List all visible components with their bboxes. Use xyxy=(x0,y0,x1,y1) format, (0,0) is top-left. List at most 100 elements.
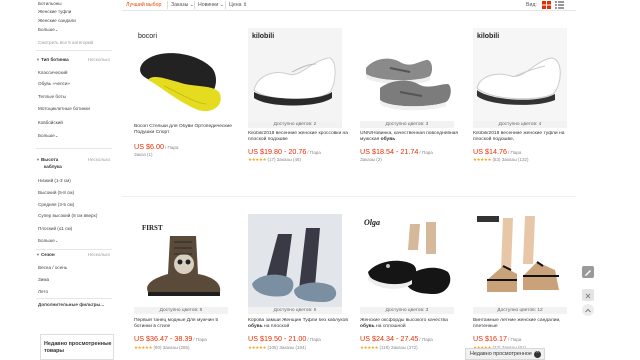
filter-heading-season[interactable]: ▼Сезон xyxy=(36,252,55,258)
product-image[interactable] xyxy=(473,214,567,308)
filter-sidebar: Ботильоны Женские туфли Женские сандали … xyxy=(34,0,112,360)
filter-option[interactable]: Весна / осень xyxy=(38,265,67,270)
multi-select-toggle[interactable]: Несколько xyxy=(88,157,110,162)
product-title[interactable]: Женские оксфорды высокого качества обувь… xyxy=(360,318,460,331)
filter-heading-label-2: каблука xyxy=(44,164,62,169)
product-title[interactable]: Kilobili/2018 весенние женские кроссовки… xyxy=(248,131,348,144)
price-unit: / Пара xyxy=(419,337,433,342)
show-all-categories-link[interactable]: Смотреть все 5 категорий xyxy=(38,40,93,45)
filter-option[interactable]: Зима xyxy=(38,277,49,282)
filter-option[interactable]: Теплые боты xyxy=(38,94,66,99)
product-title[interactable]: Kilobili/2018 весенние женские туфли на … xyxy=(473,131,573,144)
divider xyxy=(36,148,112,149)
colors-available: Доступно цветов: 12 xyxy=(473,307,567,314)
collapse-icon[interactable]: ⌃ xyxy=(534,351,541,358)
chevron-down-icon: ⌄ xyxy=(54,133,59,138)
triangle-down-icon: ▼ xyxy=(36,57,40,62)
sort-newest[interactable]: Новинки ⌄ xyxy=(198,2,224,8)
recently-viewed-tab[interactable]: Недавно просмотренное ⌃ xyxy=(465,348,545,360)
filter-option[interactable]: Высокий (5-8 см) xyxy=(38,190,74,195)
filter-option[interactable]: Плоский (≤1 см) xyxy=(38,226,72,231)
product-card[interactable]: Olga Доступно цветов: 3 Женские оксфорды… xyxy=(360,214,454,360)
order-count: Заказ (1) xyxy=(134,152,153,157)
product-image[interactable]: bocori xyxy=(134,28,228,122)
brand-logo: bocori xyxy=(138,33,158,40)
product-card[interactable]: FIRST Доступно цветов: 8 Первый танец мо… xyxy=(134,214,228,360)
scroll-top-button[interactable] xyxy=(582,304,594,316)
sort-orders[interactable]: Заказы ⌄ xyxy=(171,2,194,8)
rating-row: ★★★★★ (105) Заказы (184) xyxy=(248,345,306,351)
category-item[interactable]: Женские туфли xyxy=(38,9,71,14)
product-title-rest: на сплошной xyxy=(374,324,406,330)
filter-heading-label: Высота xyxy=(40,157,59,162)
multi-select-toggle[interactable]: Несколько xyxy=(88,57,110,62)
filter-option[interactable]: Низкий (1-3 см) xyxy=(38,178,71,183)
colors-available: Доступно цветов: 5 xyxy=(248,307,342,314)
product-card[interactable]: kilobili Доступно цветов: 4 Kilobili/201… xyxy=(473,28,567,170)
category-item[interactable]: Ботильоны xyxy=(38,1,62,6)
product-image[interactable]: Olga xyxy=(360,214,454,308)
rating-row: ★★★★★ (17) Заказы (48) xyxy=(248,157,301,163)
sort-price[interactable]: Цена ⇕ xyxy=(229,2,247,8)
multi-select-toggle[interactable]: Несколько xyxy=(88,252,110,257)
list-view-icon[interactable] xyxy=(555,1,564,9)
colors-available: Доступно цветов: 8 xyxy=(134,307,228,314)
order-count: Заказы (285) xyxy=(162,345,190,350)
feedback-edit-button[interactable] xyxy=(582,266,594,278)
filter-option[interactable]: Классический xyxy=(38,70,67,75)
price-unit: / Пара xyxy=(164,145,179,150)
filter-option[interactable]: Мотоциклетные ботинки xyxy=(38,106,90,111)
product-image[interactable] xyxy=(248,214,342,308)
product-image[interactable] xyxy=(360,28,454,122)
order-count: Заказы (372) xyxy=(390,345,418,350)
filter-option[interactable]: Супер высокий (8 см вверх) xyxy=(38,213,97,218)
rating-row: ★★★★★ (90) Заказы (285) xyxy=(134,345,190,351)
product-title[interactable]: UNN/Новинка, качественная повседневная м… xyxy=(360,131,460,144)
category-item[interactable]: Женские сандали xyxy=(38,18,76,23)
product-card[interactable]: Доступно цветов: 3 UNN/Новинка, качестве… xyxy=(360,28,458,170)
close-float-button[interactable] xyxy=(582,289,594,301)
brand-logo: Olga xyxy=(364,218,380,227)
filter-option[interactable]: Обувь «челси» xyxy=(38,81,70,86)
product-title[interactable]: Первый танец модные Для мужчин 5 ботинки… xyxy=(134,318,234,331)
filter-more-link[interactable]: Больше⌄ xyxy=(38,238,59,243)
filter-more-link[interactable]: Больше⌄ xyxy=(38,133,59,138)
review-count: (90) xyxy=(153,345,162,350)
chevron-up-icon xyxy=(585,308,591,313)
product-card[interactable]: Доступно цветов: 5 Корова замши Женщин Т… xyxy=(248,214,348,360)
product-image[interactable]: kilobili xyxy=(473,28,567,122)
sort-newest-label: Новинки xyxy=(198,2,219,8)
divider xyxy=(36,249,112,250)
order-count: Заказы (184) xyxy=(279,345,307,350)
star-rating-icon: ★★★★★ xyxy=(360,345,379,350)
product-card[interactable]: kilobili Доступно цветов: 2 Kilobili/201… xyxy=(248,28,348,170)
filter-heading-shoe-type[interactable]: ▼Тип ботинка xyxy=(36,57,69,63)
filter-heading-heel[interactable]: ▼Высота xyxy=(36,157,58,163)
row-divider xyxy=(122,196,576,197)
grid-view-icon[interactable] xyxy=(542,1,551,9)
sort-best-match[interactable]: Лучший выбор xyxy=(126,2,161,8)
filter-option[interactable]: Лето xyxy=(38,289,48,294)
product-card[interactable]: Доступно цветов: 12 Винтажные летние жен… xyxy=(473,214,567,360)
review-count: (53) xyxy=(492,157,501,162)
product-price-value: US $14.76 xyxy=(473,147,507,156)
triangle-down-icon: ▼ xyxy=(36,157,40,162)
colors-available: Доступно цветов: 2 xyxy=(248,121,342,128)
product-title[interactable]: Bocori Стельки для Обуви Ортопедические … xyxy=(134,124,234,137)
filter-option[interactable]: Ковбойский xyxy=(38,120,63,125)
review-count: (17) xyxy=(267,157,276,162)
product-image[interactable]: FIRST xyxy=(134,214,228,308)
divider xyxy=(194,1,195,9)
product-title[interactable]: Винтажные летние женские сандалии, плете… xyxy=(473,318,573,331)
order-count: Заказы (132) xyxy=(501,157,529,162)
product-card[interactable]: bocori Bocori Стельки для Обуви Ортопеди… xyxy=(134,28,232,164)
extra-filters-link[interactable]: Дополнительные фильтры... xyxy=(38,302,110,307)
product-title[interactable]: Корова замши Женщин Туфли без каблуков о… xyxy=(248,318,348,331)
filter-option[interactable]: Средняя (3-5 см) xyxy=(38,202,74,207)
product-price: US $19.50 - 21.00/ Пара xyxy=(248,334,321,343)
filter-more-label: Больше xyxy=(38,238,55,243)
sort-arrows-icon: ⇕ xyxy=(242,2,248,8)
product-image[interactable]: kilobili xyxy=(248,28,342,122)
product-title-text: Kilobili/2018 весенние женские кроссовки… xyxy=(248,131,348,143)
category-more-link[interactable]: Больше⌄ xyxy=(38,27,59,32)
